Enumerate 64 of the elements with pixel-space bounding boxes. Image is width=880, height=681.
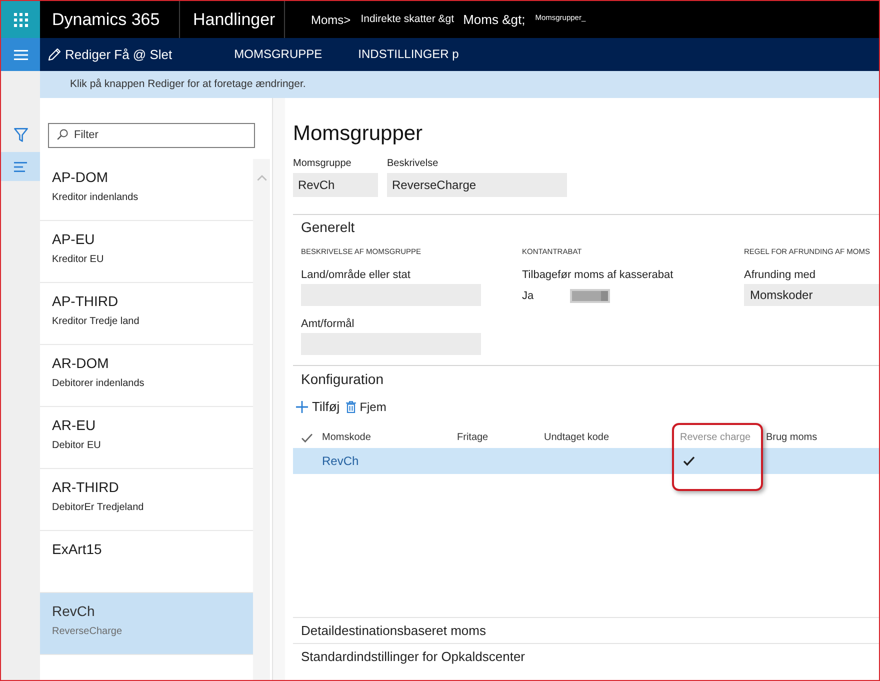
scrollbar[interactable] xyxy=(253,159,270,680)
section-header[interactable]: Standardindstillinger for Opkaldscenter xyxy=(301,648,526,664)
action-tab[interactable]: MOMSGRUPPE xyxy=(234,47,322,62)
list-item[interactable]: RevCh ReverseCharge xyxy=(40,593,253,655)
item-code: AR-EU xyxy=(52,416,96,434)
column-header[interactable]: Fritage xyxy=(457,432,488,444)
item-code: AR-THIRD xyxy=(52,478,119,496)
text-field[interactable]: RevCh xyxy=(293,173,378,197)
item-code: AR-DOM xyxy=(52,354,109,372)
search-icon xyxy=(57,129,68,140)
item-description: Kreditor Tredje land xyxy=(52,315,140,328)
item-description: Kreditor EU xyxy=(52,253,104,266)
info-message: Klik på knappen Rediger for at foretage ændringer. xyxy=(70,78,306,91)
delete-button[interactable]: Fjem xyxy=(346,398,386,416)
toggle-value: Ja xyxy=(522,290,534,302)
table-row[interactable]: RevCh xyxy=(293,448,879,474)
pencil-icon xyxy=(48,48,61,61)
field-label: Afrunding med xyxy=(744,269,816,282)
app-launcher-button[interactable] xyxy=(1,1,40,38)
menu-button[interactable] xyxy=(1,38,40,71)
item-code: ExArt15 xyxy=(52,540,102,558)
menu-icon xyxy=(14,50,28,60)
filter-field[interactable]: Filter xyxy=(48,122,255,148)
trash-icon xyxy=(346,401,356,413)
item-description: Kreditor indenlands xyxy=(52,191,138,204)
item-description: Debitor EU xyxy=(52,439,101,452)
app-grid-icon xyxy=(14,12,28,26)
text-field[interactable]: ReverseCharge xyxy=(387,173,567,197)
item-code: AP-DOM xyxy=(52,168,108,186)
column-header[interactable]: Momskode xyxy=(322,432,371,444)
plus-icon xyxy=(296,401,308,413)
breadcrumb-link[interactable]: Moms &gt; xyxy=(463,12,526,27)
field-label: Beskrivelse xyxy=(387,158,438,170)
breadcrumb-link[interactable]: Moms> xyxy=(311,12,351,26)
filter-icon xyxy=(14,128,28,142)
module-name[interactable]: Handlinger xyxy=(193,10,276,30)
field-label: Tilbagefør moms af kasserabat xyxy=(522,269,674,282)
select-all-check-icon[interactable] xyxy=(301,432,313,442)
app-title[interactable]: Dynamics 365 xyxy=(52,10,160,30)
chevron-up-icon[interactable] xyxy=(256,175,266,181)
add-button[interactable]: Tilføj xyxy=(296,398,340,416)
item-description: Debitorer indenlands xyxy=(52,377,144,390)
action-tab[interactable]: INDSTILLINGER p xyxy=(358,47,459,62)
edit-button[interactable]: Rediger Få @ Slet xyxy=(48,46,172,62)
item-description: ReverseCharge xyxy=(52,625,122,638)
text-field[interactable]: Momskoder xyxy=(744,284,879,306)
list-icon xyxy=(14,162,27,172)
list-view-button[interactable] xyxy=(1,152,40,181)
tax-code-link[interactable]: RevCh xyxy=(322,454,359,468)
column-header[interactable]: Brug moms xyxy=(766,432,818,444)
field-label: Amt/formål xyxy=(301,318,354,331)
section-header[interactable]: Generelt xyxy=(301,218,355,236)
section-header[interactable]: Detaildestinationsbaseret moms xyxy=(301,622,486,638)
toggle-switch[interactable] xyxy=(570,289,610,303)
section-header[interactable]: Konfiguration xyxy=(301,370,384,388)
field-label: Land/område eller stat xyxy=(301,269,410,282)
item-description: DebitorEr Tredjeland xyxy=(52,501,144,514)
field-label: Momsgruppe xyxy=(293,158,352,170)
item-code: AP-THIRD xyxy=(52,292,118,310)
breadcrumb-link[interactable]: Indirekte skatter &gt xyxy=(360,13,454,26)
item-code: RevCh xyxy=(52,602,95,620)
page-title: Momsgrupper xyxy=(293,122,423,146)
column-header[interactable]: Undtaget kode xyxy=(544,432,610,444)
item-code: AP-EU xyxy=(52,230,95,248)
